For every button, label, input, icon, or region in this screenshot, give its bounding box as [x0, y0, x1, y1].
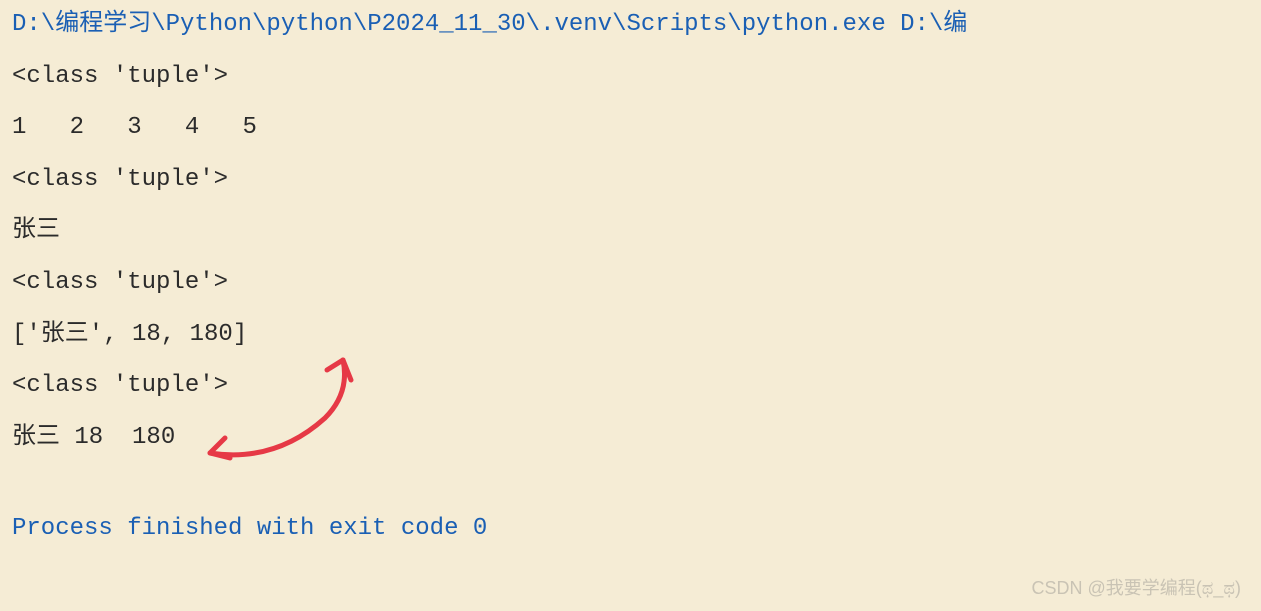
- output-class-4: <class 'tuple'>: [12, 369, 1249, 403]
- output-values-1: 1 2 3 4 5: [12, 111, 1249, 145]
- output-class-2: <class 'tuple'>: [12, 163, 1249, 197]
- output-list: ['张三', 18, 180]: [12, 318, 1249, 352]
- output-values-2: 张三 18 180: [12, 421, 1249, 455]
- output-name: 张三: [12, 214, 1249, 248]
- exit-code-line: Process finished with exit code 0: [12, 512, 1249, 546]
- command-line: D:\编程学习\Python\python\P2024_11_30\.venv\…: [12, 8, 1249, 42]
- output-class-3: <class 'tuple'>: [12, 266, 1249, 300]
- output-class-1: <class 'tuple'>: [12, 60, 1249, 94]
- csdn-watermark: CSDN @我要学编程(ಥ_ಥ): [1031, 576, 1241, 601]
